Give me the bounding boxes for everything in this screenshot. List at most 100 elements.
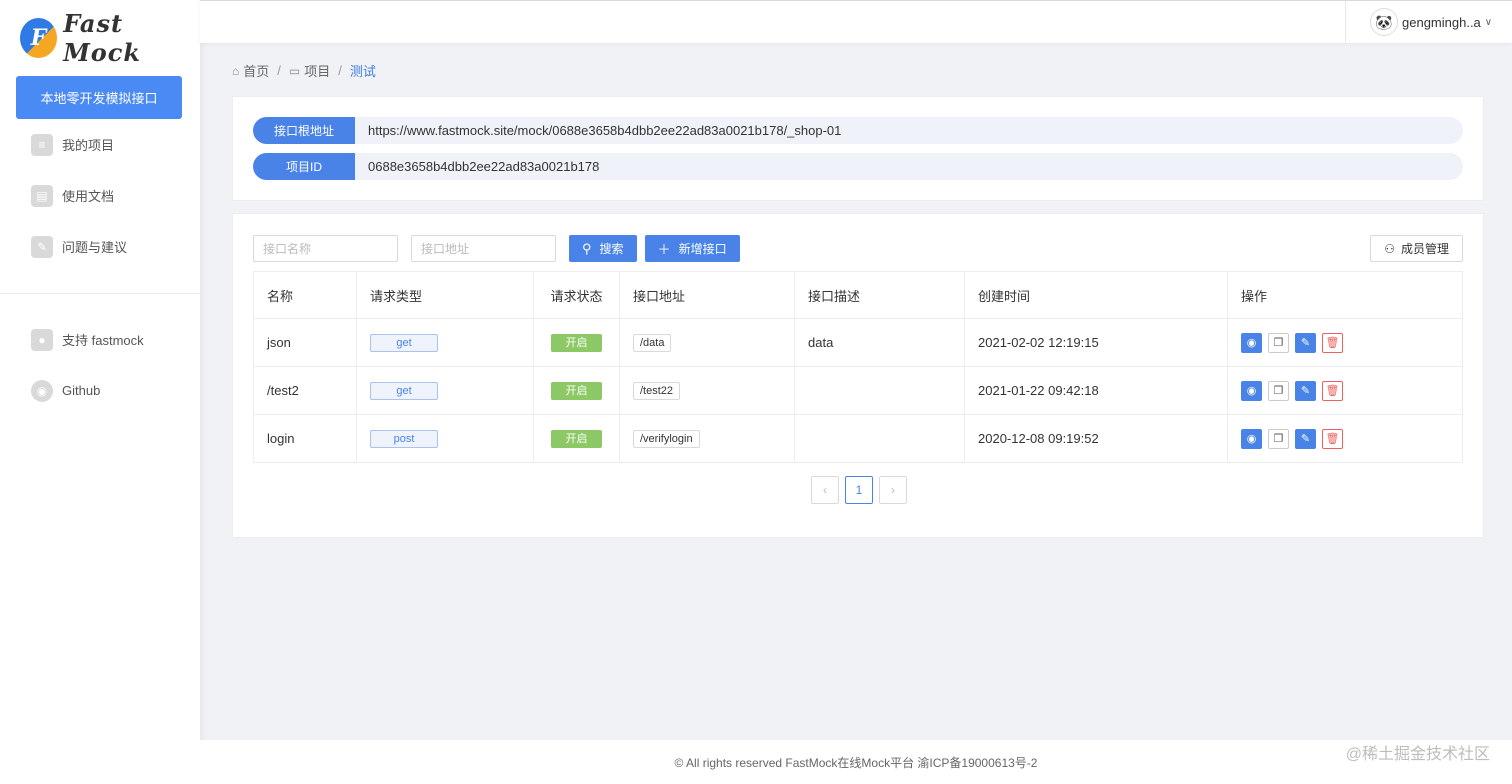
sidebar-item-docs[interactable]: ▤ 使用文档	[0, 170, 200, 221]
search-button[interactable]: ⚲ 搜索	[569, 235, 637, 262]
status-cell: 开启	[533, 318, 620, 367]
member-management-button[interactable]: ⚇ 成员管理	[1370, 235, 1463, 262]
copy-icon[interactable]: ❐	[1268, 428, 1289, 449]
actions-cell: ◉ ❐ ✎ 🗑	[1227, 366, 1463, 415]
delete-icon[interactable]: 🗑	[1322, 428, 1343, 449]
column-header-actions: 操作	[1227, 271, 1463, 319]
project-id-label: 项目ID	[253, 153, 355, 180]
user-menu[interactable]: 🐼 gengmingh..a ∨	[1345, 1, 1512, 43]
toolbar: ⚲ 搜索 ＋ 新增接口	[253, 235, 748, 262]
sidebar-item-github[interactable]: ◉ Github	[0, 365, 200, 416]
api-name: /test2	[253, 366, 357, 415]
method-cell: get	[356, 366, 534, 415]
method-cell: post	[356, 414, 534, 463]
avatar: 🐼	[1370, 8, 1398, 36]
url-cell: /data	[619, 318, 795, 367]
edit-icon[interactable]: ✎	[1295, 332, 1316, 353]
monitor-icon: ▭	[288, 63, 301, 78]
column-header-name: 名称	[253, 271, 357, 319]
status-cell: 开启	[533, 414, 620, 463]
page-1-button[interactable]: 1	[845, 476, 873, 504]
url-tag: /data	[633, 333, 672, 352]
list-icon: ≡	[31, 133, 53, 156]
url-tag: /test22	[633, 381, 681, 400]
chevron-down-icon: ∨	[1484, 16, 1493, 28]
column-header-desc: 接口描述	[794, 271, 965, 319]
eye-icon[interactable]: ◉	[1241, 332, 1262, 353]
copy-icon[interactable]: ❐	[1268, 380, 1289, 401]
api-name-input[interactable]	[253, 235, 398, 262]
table-row: json get 开启 /data data 2021-02-02 12:19:…	[253, 318, 1463, 367]
watermark: @稀土掘金技术社区	[1345, 746, 1490, 763]
project-info-card: 接口根地址 https://www.fastmock.site/mock/068…	[232, 96, 1484, 201]
status-badge[interactable]: 开启	[551, 429, 602, 448]
api-table: 名称 请求类型 请求状态 接口地址 接口描述 创建时间 操作 json get …	[253, 271, 1463, 463]
github-icon: ◉	[31, 379, 53, 402]
sidebar-item-my-projects[interactable]: ≡ 我的项目	[0, 119, 200, 170]
footer: © All rights reserved FastMock在线Mock平台 渝…	[200, 740, 1512, 784]
pagination: ‹ 1 ›	[811, 476, 913, 504]
breadcrumb-separator: /	[277, 63, 281, 78]
project-id-row: 项目ID 0688e3658b4dbb2ee22ad83a0021b178	[253, 153, 1463, 180]
drop-icon: ●	[31, 328, 53, 351]
status-cell: 开启	[533, 366, 620, 415]
sidebar-item-label: 问题与建议	[62, 240, 128, 255]
book-icon: ▤	[31, 184, 53, 207]
url-tag: /verifylogin	[633, 429, 700, 448]
eye-icon[interactable]: ◉	[1241, 380, 1262, 401]
breadcrumb-current-label: 测试	[349, 64, 376, 79]
api-desc	[794, 414, 965, 463]
next-page-button[interactable]: ›	[879, 476, 907, 504]
root-url-value[interactable]: https://www.fastmock.site/mock/0688e3658…	[355, 117, 1463, 144]
sidebar-item-label: 我的项目	[62, 138, 115, 153]
api-url-input[interactable]	[411, 235, 556, 262]
footer-copyright: © All rights reserved FastMock在线Mock平台 渝…	[674, 755, 1038, 770]
edit-icon[interactable]: ✎	[1295, 380, 1316, 401]
created-time: 2021-01-22 09:42:18	[964, 366, 1228, 415]
feedback-icon: ✎	[31, 235, 53, 258]
breadcrumb-current: 测试	[350, 61, 376, 80]
logo[interactable]: F Fast Mock	[0, 0, 200, 76]
eye-icon[interactable]: ◉	[1241, 428, 1262, 449]
table-row: login post 开启 /verifylogin 2020-12-08 09…	[253, 414, 1463, 463]
created-time: 2021-02-02 12:19:15	[964, 318, 1228, 367]
method-tag: get	[370, 333, 438, 352]
project-id-value[interactable]: 0688e3658b4dbb2ee22ad83a0021b178	[355, 153, 1463, 180]
sidebar-item-support[interactable]: ● 支持 fastmock	[0, 314, 200, 365]
add-api-button[interactable]: ＋ 新增接口	[644, 235, 740, 262]
edit-icon[interactable]: ✎	[1295, 428, 1316, 449]
column-header-created: 创建时间	[964, 271, 1228, 319]
method-tag: post	[370, 429, 438, 448]
add-api-button-label: 新增接口	[678, 242, 727, 256]
search-icon: ⚲	[582, 240, 592, 256]
api-name: json	[253, 318, 357, 367]
delete-icon[interactable]: 🗑	[1322, 380, 1343, 401]
breadcrumb-separator: /	[338, 63, 342, 78]
url-cell: /verifylogin	[619, 414, 795, 463]
breadcrumb-project[interactable]: ▭ 项目	[289, 61, 330, 80]
method-tag: get	[370, 381, 438, 400]
status-badge[interactable]: 开启	[551, 381, 602, 400]
delete-icon[interactable]: 🗑	[1322, 332, 1343, 353]
sidebar-item-label: 支持 fastmock	[62, 333, 144, 348]
prev-page-button[interactable]: ‹	[811, 476, 839, 504]
breadcrumb-home[interactable]: ⌂ 首页	[232, 61, 269, 80]
breadcrumb: ⌂ 首页 / ▭ 项目 / 测试	[232, 61, 376, 80]
local-mock-button[interactable]: 本地零开发模拟接口	[16, 76, 182, 119]
status-badge[interactable]: 开启	[551, 333, 602, 352]
breadcrumb-home-label: 首页	[243, 64, 270, 79]
url-cell: /test22	[619, 366, 795, 415]
table-row: /test2 get 开启 /test22 2021-01-22 09:42:1…	[253, 366, 1463, 415]
copy-icon[interactable]: ❐	[1268, 332, 1289, 353]
root-url-label: 接口根地址	[253, 117, 355, 144]
sidebar-item-feedback[interactable]: ✎ 问题与建议	[0, 221, 200, 272]
api-desc: data	[794, 318, 965, 367]
logo-icon: F	[20, 18, 58, 58]
home-icon: ⌂	[232, 63, 240, 78]
logo-text: Fast Mock	[63, 9, 142, 67]
actions-cell: ◉ ❐ ✎ 🗑	[1227, 318, 1463, 367]
api-name: login	[253, 414, 357, 463]
top-header: 🐼 gengmingh..a ∨	[200, 0, 1512, 43]
user-icon: ⚇	[1384, 241, 1395, 256]
sidebar-item-label: Github	[62, 383, 101, 398]
